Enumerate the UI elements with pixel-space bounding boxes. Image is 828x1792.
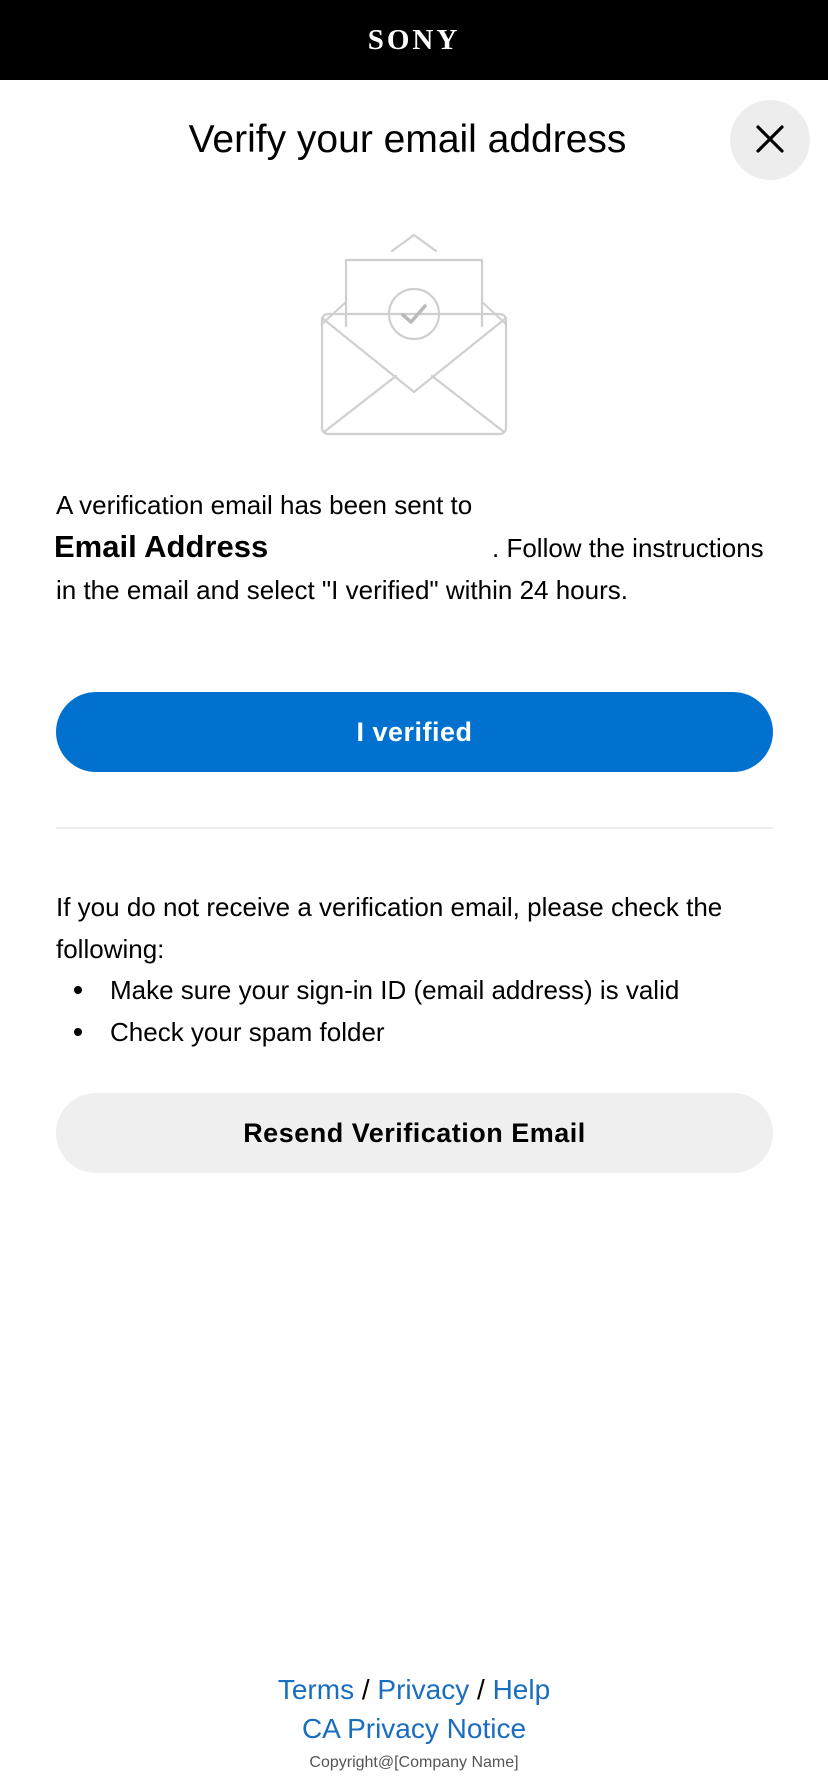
- divider: [56, 827, 773, 829]
- list-item: Check your spam folder: [74, 1011, 828, 1053]
- list-item: Make sure your sign-in ID (email address…: [74, 969, 828, 1011]
- help-list: Make sure your sign-in ID (email address…: [56, 969, 828, 1053]
- footer-separator: /: [354, 1674, 378, 1705]
- verification-message: A verification email has been sent to Em…: [54, 484, 776, 611]
- close-icon: [755, 124, 785, 157]
- list-item-text: Make sure your sign-in ID (email address…: [110, 975, 680, 1005]
- resend-verification-button[interactable]: Resend Verification Email: [56, 1093, 773, 1173]
- footer-links: Terms / Privacy / Help: [0, 1670, 828, 1710]
- terms-link[interactable]: Terms: [278, 1674, 354, 1705]
- envelope-check-icon: [318, 230, 510, 436]
- list-item-text: Check your spam folder: [110, 1017, 385, 1047]
- brand-logo: SONY: [367, 23, 461, 56]
- close-button[interactable]: [730, 100, 810, 180]
- footer: Terms / Privacy / Help CA Privacy Notice…: [0, 1670, 828, 1776]
- verify-email-page: SONY Verify your email address A verific…: [0, 0, 828, 1792]
- page-title: Verify your email address: [188, 118, 627, 161]
- ca-privacy-notice-link[interactable]: CA Privacy Notice: [302, 1713, 526, 1744]
- header-bar: SONY: [0, 0, 828, 80]
- footer-separator: /: [469, 1674, 493, 1705]
- footer-notice: CA Privacy Notice: [0, 1710, 828, 1748]
- message-intro: A verification email has been sent to: [56, 490, 473, 520]
- bullet-icon: [74, 986, 82, 994]
- bullet-icon: [74, 1028, 82, 1036]
- privacy-link[interactable]: Privacy: [377, 1674, 469, 1705]
- i-verified-button[interactable]: I verified: [56, 692, 773, 772]
- email-address: Email Address: [54, 529, 269, 564]
- copyright: Copyright@[Company Name]: [309, 1754, 519, 1771]
- help-link[interactable]: Help: [493, 1674, 551, 1705]
- help-intro: If you do not receive a verification ema…: [56, 892, 723, 964]
